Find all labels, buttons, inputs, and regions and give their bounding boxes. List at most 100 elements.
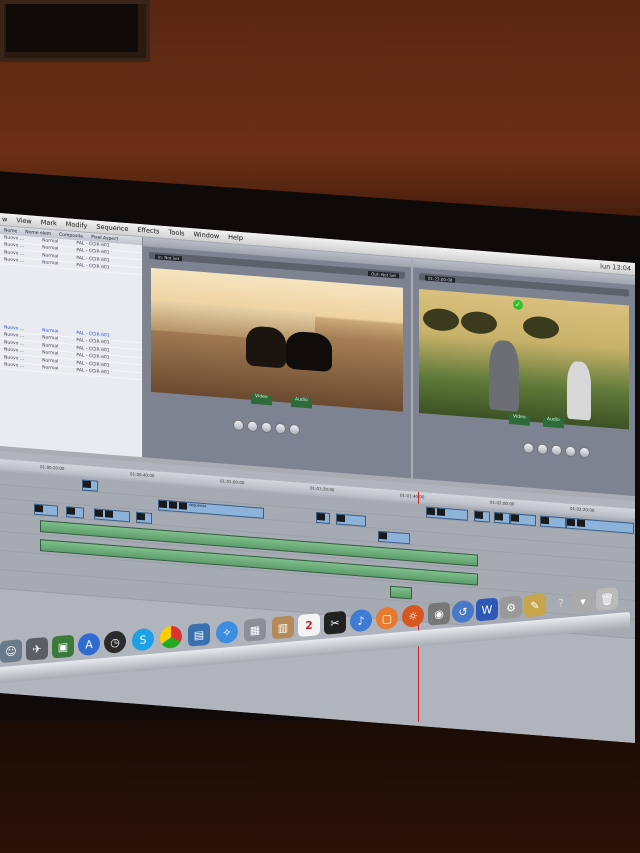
play-button[interactable] <box>261 421 272 434</box>
row-mode: Normal <box>42 358 59 365</box>
photos-icon[interactable]: ▦ <box>244 617 266 642</box>
preview-icon[interactable]: ▤ <box>188 622 210 647</box>
chrome-icon[interactable] <box>160 625 182 650</box>
picture-frame-inner <box>6 4 138 52</box>
row-mode: Normal <box>42 260 59 267</box>
dashboard-icon[interactable]: A <box>78 632 100 657</box>
browser-gap <box>0 264 142 335</box>
row-name: Nuovo ... <box>4 340 25 347</box>
row-name: Nuovo ... <box>4 325 25 332</box>
play-around-button[interactable] <box>275 422 286 435</box>
next-edit-button[interactable] <box>289 423 300 436</box>
menu-clock: lun 13:04 <box>600 262 631 273</box>
menu-item-window[interactable]: Window <box>194 230 220 240</box>
timeline-clip[interactable] <box>474 510 490 523</box>
itunes-icon[interactable]: ♪ <box>350 608 372 633</box>
row-name: Nuovo ... <box>4 332 25 340</box>
play-button[interactable] <box>551 444 562 457</box>
timeline-clip[interactable] <box>336 513 366 527</box>
play-in-out-button[interactable] <box>537 443 548 456</box>
clock-icon[interactable]: ◷ <box>104 630 126 655</box>
row-name: Nuovo ... <box>4 347 25 355</box>
tree-shape <box>461 310 497 336</box>
canvas-video[interactable]: ✓ <box>419 288 629 430</box>
timeline-clip[interactable] <box>136 511 152 524</box>
row-mode: Normal <box>42 328 59 335</box>
timeline-clip[interactable] <box>316 511 330 524</box>
row-mode: Normal <box>42 245 59 252</box>
viewer-video[interactable] <box>151 267 403 412</box>
canvas-timecode: 01:23:00:08 <box>425 275 456 283</box>
row-name: Nuovo ... <box>4 257 25 265</box>
viewer-audio-label: Audio <box>291 396 312 409</box>
row-mode: Normal <box>42 365 59 372</box>
person-silhouette <box>567 360 591 421</box>
script-icon[interactable]: ✎ <box>524 593 546 618</box>
ruler-tick: 01:00:20:00 <box>40 464 65 472</box>
menu-item-sequence[interactable]: Sequence <box>96 223 128 234</box>
timeline-clip[interactable] <box>540 515 566 529</box>
finder-icon[interactable]: ☺ <box>0 639 22 664</box>
timeline-clip[interactable] <box>66 506 84 519</box>
system-prefs-icon[interactable]: ⚙ <box>500 595 522 620</box>
timeline-clip[interactable] <box>510 513 536 527</box>
canvas-audio-label: Audio <box>543 416 564 429</box>
next-edit-button[interactable] <box>579 446 590 459</box>
trash-icon[interactable]: 🗑 <box>596 587 618 611</box>
in-point-label: In: Not Set <box>155 254 183 262</box>
timeline-clip[interactable] <box>34 503 58 517</box>
menu-item-mark[interactable]: Mark <box>41 218 57 227</box>
browser-col-name[interactable]: Nome <box>4 228 17 234</box>
row-aspect: PAL - CCIR 601 <box>76 368 110 376</box>
menu-item-tools[interactable]: Tools <box>169 228 185 237</box>
clip-label: sequenza <box>189 502 207 509</box>
ruler-tick: 01:01:20:00 <box>310 485 335 493</box>
row-name: Nuovo ... <box>4 235 25 242</box>
firefox-icon[interactable]: ☼ <box>402 604 424 628</box>
network-icon[interactable]: ↺ <box>452 599 474 624</box>
row-mode: Normal <box>42 350 59 357</box>
browser-panel: Nome Nome elem Composite Pixel Aspect Nu… <box>0 226 143 458</box>
ruler-tick: 01:02:00:00 <box>490 499 515 507</box>
play-around-button[interactable] <box>565 445 576 458</box>
picture-frame <box>0 0 150 62</box>
menu-item-effects[interactable]: Effects <box>137 226 159 236</box>
menu-item-view[interactable]: View <box>16 216 31 225</box>
tree-shape <box>423 307 459 333</box>
play-in-out-button[interactable] <box>247 420 258 433</box>
final-cut-icon[interactable]: ✂ <box>324 610 346 635</box>
ruler-tick: 01:02:20:00 <box>570 505 595 513</box>
prev-edit-button[interactable] <box>233 419 244 432</box>
person-silhouette <box>489 339 519 412</box>
ruler-tick: 01:00:40:00 <box>130 471 155 479</box>
checkmark-icon: ✓ <box>513 299 523 311</box>
row-name: Nuovo ... <box>4 242 25 250</box>
skype-icon[interactable]: S <box>132 627 154 652</box>
menu-item-modify[interactable]: Modify <box>66 220 88 230</box>
calendar-day: 2 <box>305 618 313 632</box>
downloads-icon[interactable]: ▾ <box>572 589 594 614</box>
timeline-clip[interactable] <box>82 479 98 492</box>
row-mode: Normal <box>42 238 59 245</box>
app-store-icon[interactable]: ▣ <box>52 634 74 659</box>
row-mode: Normal <box>42 335 59 342</box>
launchpad-icon[interactable]: ✈ <box>26 636 48 661</box>
camera-icon[interactable]: ◉ <box>428 601 450 626</box>
canvas-transport <box>523 442 590 459</box>
prev-edit-button[interactable] <box>523 442 534 455</box>
contacts-icon[interactable]: ▥ <box>272 615 294 640</box>
calendar-icon[interactable]: 2 <box>298 613 320 638</box>
help-icon[interactable]: ? <box>550 591 572 615</box>
tree-shape <box>523 315 559 340</box>
row-mode: Normal <box>42 343 59 350</box>
canvas-panel: 01:23:00:08 ✓ Video Audio <box>413 258 635 496</box>
safari-icon[interactable]: ✧ <box>216 620 238 645</box>
menu-item-window-part[interactable]: w <box>2 215 7 223</box>
timeline-clip[interactable] <box>494 511 510 525</box>
ibooks-icon[interactable]: ▢ <box>376 606 398 631</box>
person-silhouette <box>246 325 286 369</box>
word-icon[interactable]: W <box>476 597 498 622</box>
desk-surface <box>0 720 640 853</box>
menu-item-help[interactable]: Help <box>228 233 243 242</box>
ruler-tick: 01:01:00:00 <box>220 478 245 486</box>
